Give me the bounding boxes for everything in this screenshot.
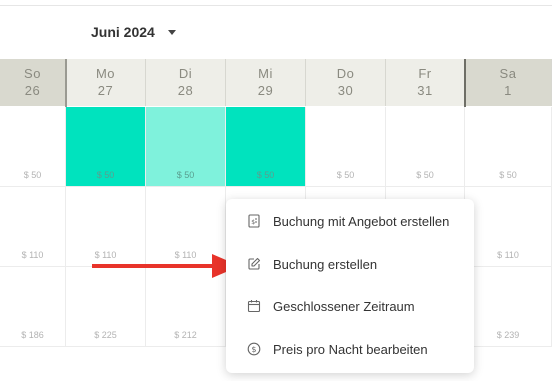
day-date: 26: [24, 83, 41, 98]
month-selector[interactable]: Juni 2024: [91, 22, 176, 42]
calendar-cell[interactable]: $ 212: [146, 267, 226, 347]
calendar-cell[interactable]: $ 50: [0, 107, 66, 187]
calendar-cell-booked[interactable]: $ 50: [226, 107, 306, 187]
caret-down-icon[interactable]: [167, 29, 176, 35]
month-separator: [464, 59, 466, 107]
day-name: Di: [178, 66, 193, 81]
cell-price: $ 50: [499, 170, 517, 180]
annotation-arrow: [92, 254, 240, 278]
calendar-cell[interactable]: $ 110: [465, 187, 552, 267]
calendar-cell[interactable]: $ 50: [465, 107, 552, 187]
svg-text:$: $: [251, 219, 255, 226]
menu-item-label: Buchung erstellen: [273, 256, 378, 272]
day-header-sunday[interactable]: So 26: [0, 59, 66, 106]
day-header-thursday[interactable]: Do 30: [306, 59, 386, 106]
cell-price: $ 212: [174, 330, 197, 340]
calendar-cell-booked[interactable]: $ 50: [66, 107, 146, 187]
cell-price: $ 50: [336, 170, 355, 180]
cell-price: $ 239: [496, 330, 520, 340]
day-name: Sa: [499, 66, 517, 81]
menu-item-edit-nightly-price[interactable]: $ Preis pro Nacht bearbeiten: [226, 331, 474, 367]
day-date: 29: [257, 83, 274, 98]
cell-price: $ 186: [21, 330, 44, 340]
day-date: 27: [97, 83, 114, 98]
top-divider: [0, 5, 552, 6]
day-name: Mo: [95, 66, 116, 81]
quote-document-icon: $: [247, 214, 261, 228]
calendar-cell-selected[interactable]: $ 50: [146, 107, 226, 187]
day-name: So: [24, 66, 41, 81]
cell-price: $ 50: [96, 170, 115, 180]
month-separator: [65, 59, 67, 107]
calendar-cell[interactable]: $ 186: [0, 267, 66, 347]
cell-price: $ 50: [176, 170, 195, 180]
day-header-saturday[interactable]: Sa 1: [465, 59, 552, 106]
menu-item-label: Geschlossener Zeitraum: [273, 298, 415, 314]
day-date: 1: [504, 83, 512, 98]
day-name: Do: [336, 66, 355, 81]
cell-price: $ 50: [23, 170, 42, 180]
calendar-cell[interactable]: $ 50: [386, 107, 465, 187]
cell-price: $ 50: [256, 170, 275, 180]
svg-text:$: $: [251, 345, 256, 354]
day-name: Fr: [418, 66, 432, 81]
edit-pencil-icon: [247, 257, 261, 271]
day-header-row: So 26 Mo 27 Di 28 Mi 29 Do 30 Fr 31 Sa 1: [0, 59, 552, 106]
calendar-cell[interactable]: $ 225: [66, 267, 146, 347]
month-label: Juni 2024: [91, 24, 155, 40]
day-date: 30: [337, 83, 354, 98]
dollar-coin-icon: $: [247, 342, 261, 356]
day-header-friday[interactable]: Fr 31: [386, 59, 465, 106]
menu-item-create-booking[interactable]: Buchung erstellen: [226, 246, 474, 282]
cell-price: $ 225: [94, 330, 117, 340]
menu-item-closed-period[interactable]: Geschlossener Zeitraum: [226, 288, 474, 324]
menu-item-label: Preis pro Nacht bearbeiten: [273, 341, 428, 357]
day-header-monday[interactable]: Mo 27: [66, 59, 146, 106]
day-header-tuesday[interactable]: Di 28: [146, 59, 226, 106]
menu-item-label: Buchung mit Angebot erstellen: [273, 213, 450, 229]
day-name: Mi: [258, 66, 273, 81]
cell-price: $ 110: [497, 250, 519, 260]
calendar-cell[interactable]: $ 239: [465, 267, 552, 347]
calendar-icon: [247, 299, 261, 313]
context-menu: $ Buchung mit Angebot erstellen Buchung …: [226, 199, 474, 373]
calendar-cell[interactable]: $ 110: [0, 187, 66, 267]
menu-item-booking-with-offer[interactable]: $ Buchung mit Angebot erstellen: [226, 203, 474, 239]
day-header-wednesday[interactable]: Mi 29: [226, 59, 306, 106]
calendar-cell[interactable]: $ 50: [306, 107, 386, 187]
cell-price: $ 50: [416, 170, 434, 180]
cell-price: $ 110: [21, 250, 44, 260]
day-date: 31: [417, 83, 433, 98]
day-date: 28: [177, 83, 194, 98]
